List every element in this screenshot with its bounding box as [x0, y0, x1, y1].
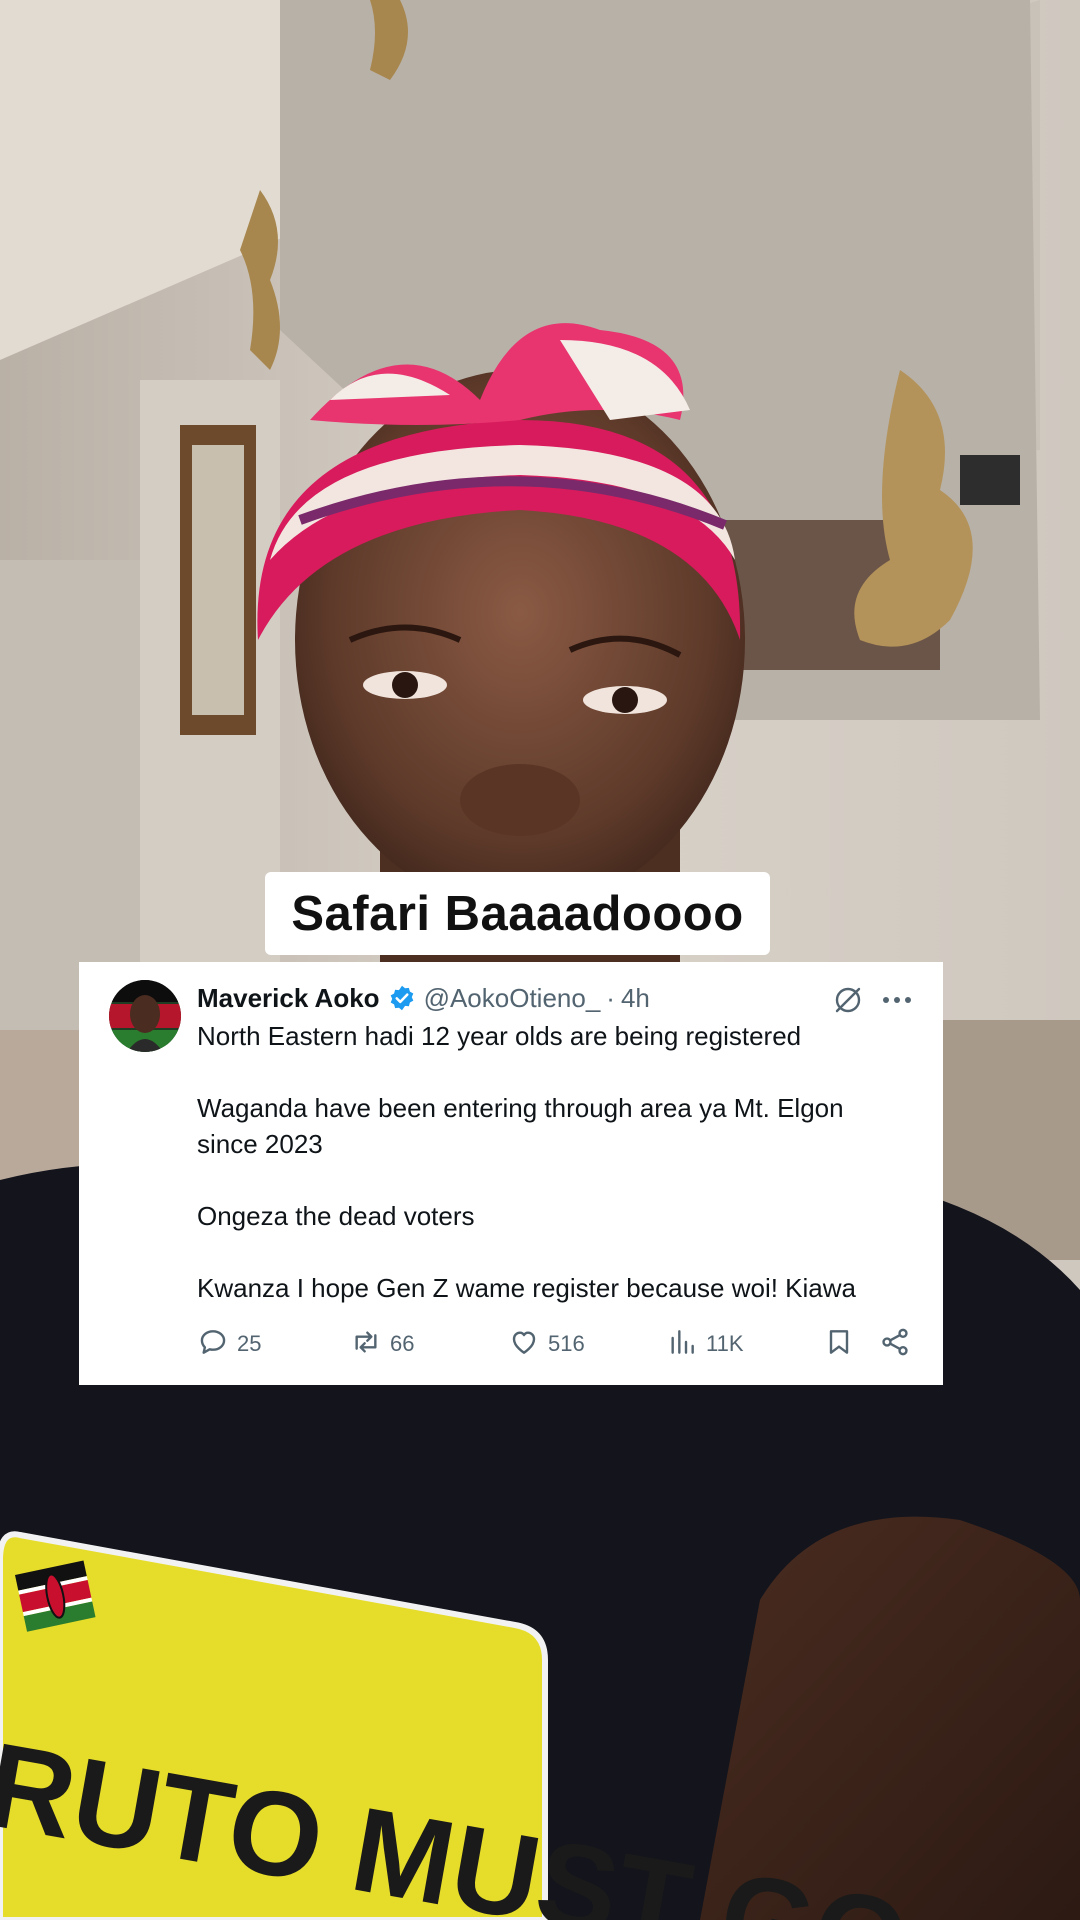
reply-button[interactable]: 25 [197, 1322, 261, 1366]
background-scene: RUTO MUST GO [0, 0, 1080, 1920]
avatar-image [109, 980, 181, 1052]
bookmark-button[interactable] [823, 1322, 855, 1366]
post-time[interactable]: 4h [621, 983, 650, 1014]
like-count: 516 [548, 1331, 585, 1356]
tweet-line: Ongeza the dead voters [197, 1201, 475, 1231]
caption-overlay: Safari Baaaadoooo [265, 872, 770, 955]
reply-count: 25 [237, 1331, 262, 1356]
tweet-line: since 2023 [197, 1129, 323, 1159]
tweet-actions: 25 66 516 11K [197, 1322, 917, 1366]
tweet-header: Maverick Aoko @AokoOtieno_ · 4h [197, 980, 650, 1016]
separator-dot: · [606, 982, 615, 1013]
tweet-line [197, 1162, 917, 1198]
bookmark-icon [823, 1326, 855, 1363]
tweet-line: Kwanza I hope Gen Z wame register becaus… [197, 1273, 857, 1303]
caption-text: Safari Baaaadoooo [291, 886, 744, 941]
more-icon[interactable] [880, 984, 914, 1016]
retweet-icon [350, 1326, 382, 1363]
tweet-line [197, 1234, 917, 1270]
verified-badge-icon [388, 984, 416, 1012]
retweet-button[interactable]: 66 [350, 1322, 414, 1366]
tweet-text: North Eastern hadi 12 year olds are bein… [197, 1018, 917, 1306]
share-button[interactable] [879, 1322, 911, 1366]
video-background: RUTO MUST GO [0, 0, 1080, 1920]
views-button[interactable]: 11K [666, 1322, 744, 1366]
avatar[interactable] [109, 980, 181, 1052]
views-icon [666, 1326, 698, 1363]
share-icon [879, 1326, 911, 1363]
tweet-line [197, 1054, 917, 1090]
tweet-line: Waganda have been entering through area … [197, 1093, 844, 1123]
tweet-line: North Eastern hadi 12 year olds are bein… [197, 1021, 802, 1051]
author-handle[interactable]: @AokoOtieno_ [424, 983, 601, 1014]
grok-icon[interactable] [832, 984, 864, 1016]
like-icon [508, 1326, 540, 1363]
reply-icon [197, 1326, 229, 1363]
views-count: 11K [706, 1331, 744, 1356]
tweet-card[interactable]: Maverick Aoko @AokoOtieno_ · 4h North Ea… [79, 962, 943, 1385]
retweet-count: 66 [390, 1331, 415, 1356]
author-name[interactable]: Maverick Aoko [197, 983, 380, 1014]
like-button[interactable]: 516 [508, 1322, 585, 1366]
